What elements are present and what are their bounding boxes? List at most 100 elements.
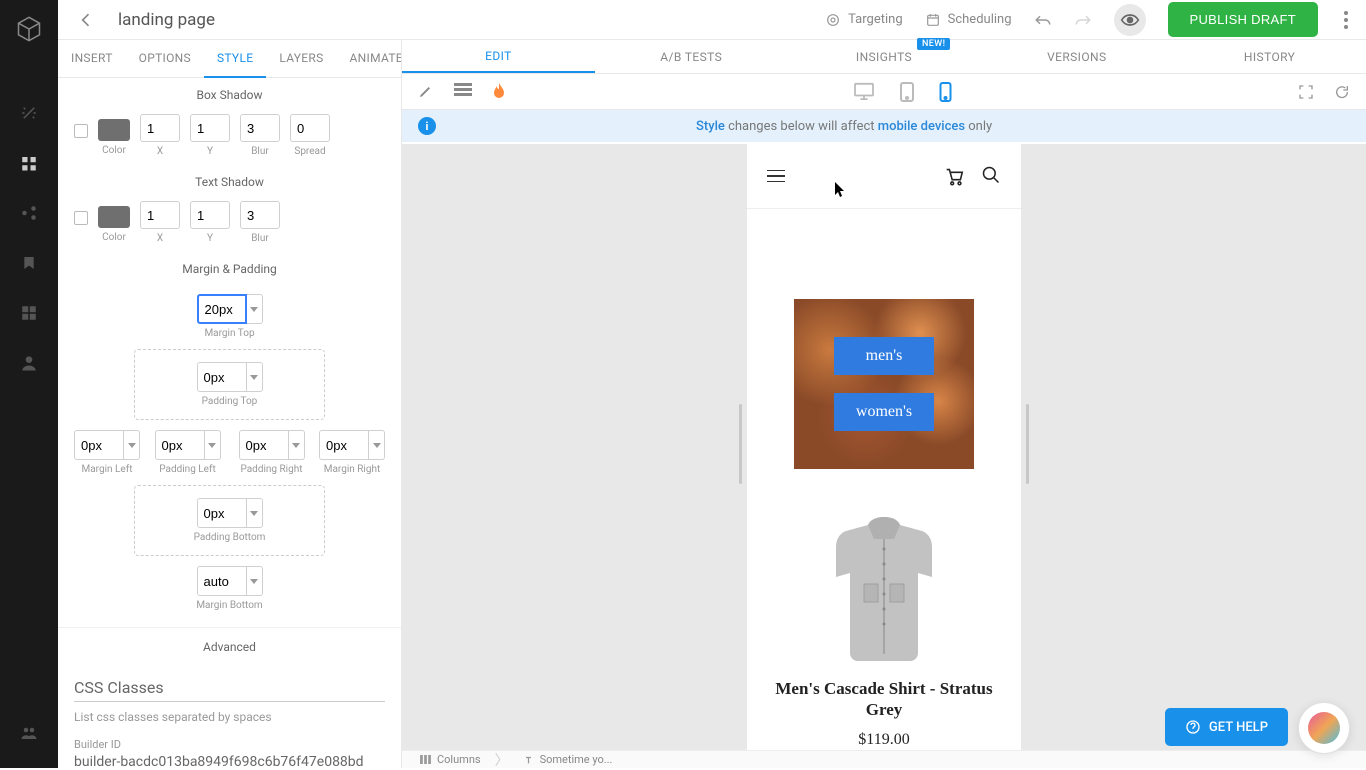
top-bar: landing page Targeting Scheduling PUBLIS… [58,0,1366,40]
rail-layers-icon[interactable] [0,138,58,188]
margin-bottom-label: Margin Bottom [196,600,262,611]
main-tab-history[interactable]: HISTORY [1173,40,1366,73]
box-shadow-blur-input[interactable] [240,114,280,142]
refresh-icon[interactable] [1334,84,1350,100]
padding-top-dropdown[interactable] [247,362,263,392]
mens-button[interactable]: men's [834,337,934,375]
fullscreen-icon[interactable] [1298,84,1314,100]
back-arrow-icon[interactable] [72,6,100,34]
chat-bubble-button[interactable] [1298,702,1350,754]
main-tab-versions[interactable]: VERSIONS [980,40,1173,73]
chat-gradient-icon [1308,712,1340,744]
rail-account-icon[interactable] [0,338,58,388]
text-shadow-blur-input[interactable] [240,201,280,229]
padding-right-dropdown[interactable] [289,430,305,460]
resize-handle-right[interactable] [1026,404,1029,484]
pencil-icon[interactable] [418,83,434,101]
womens-button[interactable]: women's [834,393,934,431]
box-shadow-header: Box Shadow [58,78,401,110]
crumb-columns[interactable]: Columns [412,753,489,766]
bottom-breadcrumb: Columns 〉 Sometime yo... [402,750,1366,768]
targeting-label: Targeting [848,12,902,27]
panel-tab-options[interactable]: OPTIONS [126,40,204,77]
main-tab-edit[interactable]: EDIT [402,40,595,73]
grid-icon[interactable] [454,83,472,101]
panel-tab-insert[interactable]: INSERT [58,40,126,77]
panel-tab-animate[interactable]: ANIMATE [337,40,402,77]
margin-bottom-dropdown[interactable] [247,566,263,596]
rail-apps-icon[interactable] [0,288,58,338]
hamburger-icon[interactable] [767,170,785,183]
preview-product: Men's Cascade Shirt - Stratus Grey $119.… [747,509,1021,749]
padding-bottom-input[interactable] [197,498,247,528]
product-name: Men's Cascade Shirt - Stratus Grey [767,678,1001,721]
padding-left-dropdown[interactable] [205,430,221,460]
device-mobile-icon[interactable] [939,82,952,102]
padding-top-label: Padding Top [202,396,258,407]
main-area: EDIT A/B TESTS INSIGHTSNEW! VERSIONS HIS… [402,40,1366,768]
tool-row [402,74,1366,110]
help-icon [1185,719,1201,735]
margin-bottom-input[interactable] [197,566,247,596]
scheduling-button[interactable]: Scheduling [925,12,1012,28]
target-icon [825,12,841,28]
app-logo-icon[interactable] [10,10,48,48]
box-shadow-spread-input[interactable] [290,114,330,142]
publish-button[interactable]: PUBLISH DRAFT [1168,2,1318,37]
cart-icon[interactable] [943,165,965,187]
box-shadow-x-input[interactable] [140,114,180,142]
rail-share-icon[interactable] [0,188,58,238]
text-shadow-color-swatch[interactable] [98,206,130,228]
hero-background [794,299,974,469]
margin-left-label: Margin Left [82,464,133,475]
panel-tab-style[interactable]: STYLE [204,40,266,78]
preview-eye-button[interactable] [1114,4,1146,36]
label-y: Y [207,146,213,157]
redo-icon[interactable] [1074,13,1092,27]
text-shadow-y-input[interactable] [190,201,230,229]
margin-right-dropdown[interactable] [369,430,385,460]
box-shadow-color-swatch[interactable] [98,119,130,141]
main-tab-abtests[interactable]: A/B TESTS [595,40,788,73]
padding-bottom-dropdown[interactable] [247,498,263,528]
label-color: Color [102,145,126,156]
padding-right-input[interactable] [239,430,289,460]
columns-icon [420,755,431,764]
rail-people-icon[interactable] [0,708,58,758]
product-image[interactable] [809,509,959,664]
margin-left-input[interactable] [74,430,124,460]
padding-left-label: Padding Left [159,464,215,475]
padding-top-input[interactable] [197,362,247,392]
panel-tab-layers[interactable]: LAYERS [266,40,336,77]
help-label: GET HELP [1209,720,1268,735]
resize-handle-left[interactable] [739,404,742,484]
main-tab-insights[interactable]: INSIGHTSNEW! [788,40,981,73]
device-desktop-icon[interactable] [853,82,875,102]
text-shadow-x-input[interactable] [140,201,180,229]
rail-magic-icon[interactable] [0,88,58,138]
canvas[interactable]: men's women's Men's Cascade Shirt - Stra… [402,144,1366,750]
targeting-button[interactable]: Targeting [825,12,902,28]
rail-bookmark-icon[interactable] [0,238,58,288]
box-shadow-y-input[interactable] [190,114,230,142]
info-icon: i [418,117,436,135]
margin-top-input[interactable] [197,294,247,324]
text-shadow-row: Color X Y Blur [58,197,401,252]
margin-right-input[interactable] [319,430,369,460]
get-help-button[interactable]: GET HELP [1165,708,1288,746]
crumb-item-2[interactable]: Sometime yo... [515,753,621,766]
flame-icon[interactable] [492,83,506,101]
padding-left-input[interactable] [155,430,205,460]
more-menu-icon[interactable] [1340,11,1352,29]
new-badge: NEW! [917,38,950,50]
advanced-header[interactable]: Advanced [58,627,401,664]
search-icon[interactable] [981,165,1001,187]
device-tablet-icon[interactable] [899,82,915,102]
undo-icon[interactable] [1034,13,1052,27]
margin-left-dropdown[interactable] [124,430,140,460]
page-title: landing page [118,10,215,30]
eye-icon [1120,13,1140,27]
box-shadow-checkbox[interactable] [74,124,88,138]
margin-top-dropdown[interactable] [247,294,263,324]
text-shadow-checkbox[interactable] [74,211,88,225]
